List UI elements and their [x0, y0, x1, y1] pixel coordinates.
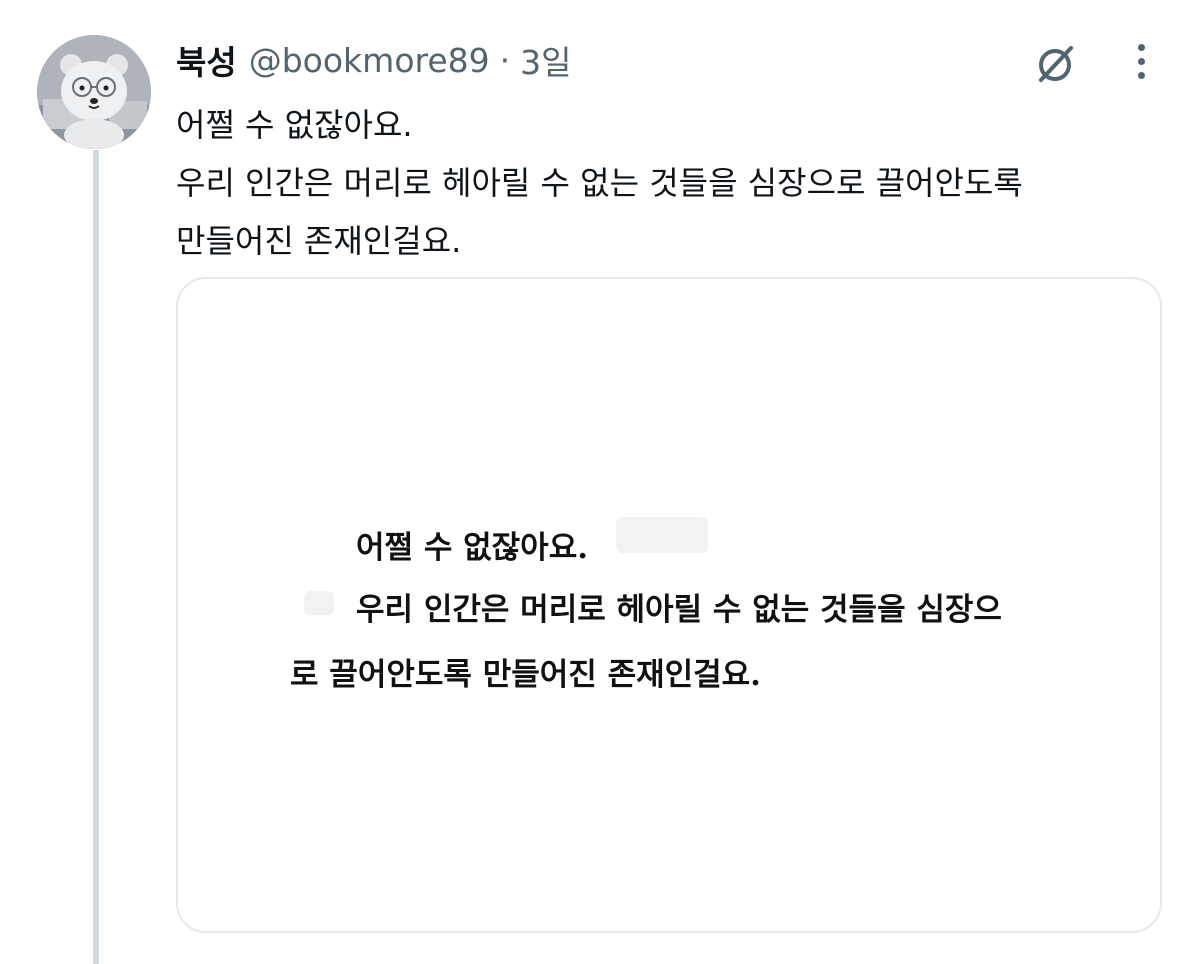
post-timestamp[interactable]: 3일	[520, 36, 571, 84]
avatar-bear-icon	[37, 35, 151, 149]
thread-connector-line	[93, 150, 99, 964]
more-icon	[1137, 43, 1145, 51]
post-text-line-3: 만들어진 존재인걸요.	[176, 222, 462, 260]
media-text-line-1: 어쩔 수 없잖아요.	[356, 530, 589, 566]
post-text-line-1: 어쩔 수 없잖아요.	[176, 106, 413, 144]
media-text-line-2: 우리 인간은 머리로 헤아릴 수 없는 것들을 심장으	[356, 592, 1002, 628]
display-name[interactable]: 북성	[176, 36, 237, 84]
scan-smudge	[616, 517, 708, 553]
post-header: 북성 @bookmore89 · 3일	[176, 36, 572, 84]
grok-button[interactable]	[1028, 38, 1084, 90]
post-text: 어쩔 수 없잖아요. 우리 인간은 머리로 헤아릴 수 없는 것들을 심장으로 …	[176, 96, 1156, 270]
avatar[interactable]	[37, 35, 151, 149]
more-options-button[interactable]	[1118, 38, 1164, 84]
scan-smudge	[304, 591, 334, 615]
post-text-line-2: 우리 인간은 머리로 헤아릴 수 없는 것들을 심장으로 끌어안도록	[176, 164, 1023, 202]
separator-dot: ·	[499, 40, 511, 80]
media-text-line-3: 로 끌어안도록 만들어진 존재인걸요.	[290, 657, 761, 693]
grok-icon	[1039, 46, 1073, 82]
media-image-card[interactable]: 어쩔 수 없잖아요. 우리 인간은 머리로 헤아릴 수 없는 것들을 심장으 로…	[176, 277, 1162, 933]
user-handle[interactable]: @bookmore89	[249, 41, 490, 80]
